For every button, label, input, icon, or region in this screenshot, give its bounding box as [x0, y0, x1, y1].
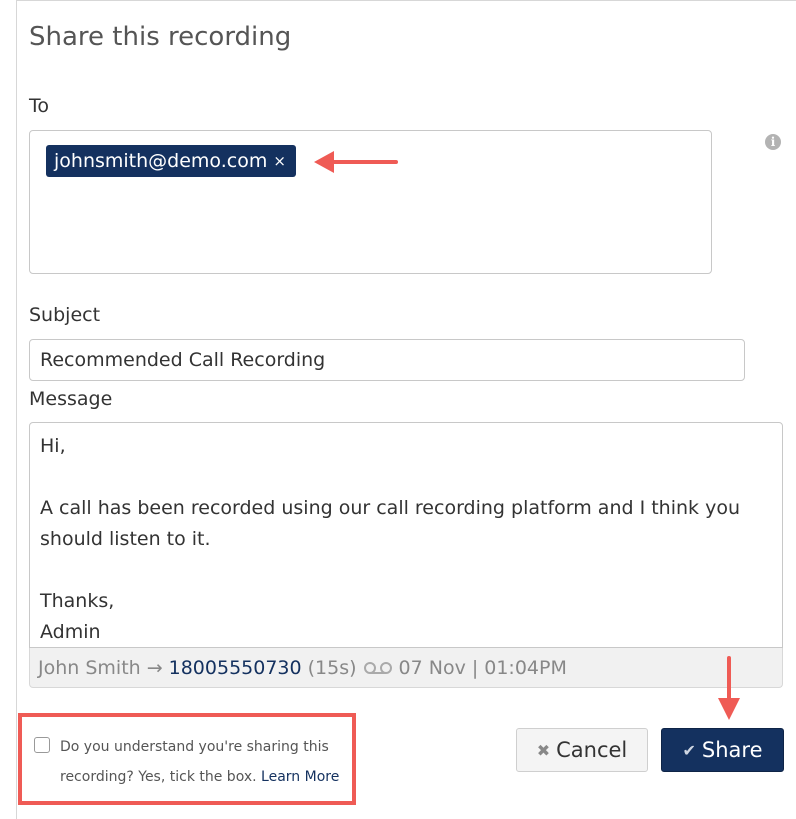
close-icon: ✖ [536, 740, 551, 760]
annotation-arrow-left [314, 151, 398, 173]
dialog-left-border [16, 0, 17, 819]
recording-date: 07 Nov [398, 656, 466, 679]
recording-caller: John Smith [38, 656, 141, 679]
to-label: To [29, 95, 50, 117]
arrow-right-icon: → [146, 656, 163, 679]
dialog-title: Share this recording [29, 22, 292, 52]
cancel-button-label: Cancel [556, 738, 628, 762]
dialog-top-border [16, 0, 796, 7]
confirm-checkbox[interactable] [34, 737, 50, 753]
learn-more-link[interactable]: Learn More [261, 769, 339, 785]
cancel-button[interactable]: ✖ Cancel [516, 728, 648, 772]
subject-label: Subject [29, 304, 101, 326]
annotation-arrow-down [718, 656, 740, 720]
recording-info: John Smith → 18005550730 (15s) 07 Nov | … [29, 648, 783, 688]
subject-input[interactable] [29, 339, 745, 381]
check-icon: ✔ [682, 740, 696, 760]
confirm-text: Do you understand you're sharing this re… [60, 732, 350, 792]
recording-duration: (15s) [307, 656, 357, 679]
recipient-chip[interactable]: johnsmith@demo.com × [46, 145, 296, 177]
confirm-highlight-box: Do you understand you're sharing this re… [18, 713, 356, 805]
recipient-email: johnsmith@demo.com [54, 150, 268, 172]
recording-time: 01:04PM [484, 656, 567, 679]
recording-number-link[interactable]: 18005550730 [169, 657, 302, 679]
remove-recipient-icon[interactable]: × [273, 152, 286, 170]
voicemail-icon [363, 661, 393, 675]
share-button[interactable]: ✔ Share [661, 728, 784, 772]
share-button-label: Share [701, 738, 763, 762]
message-textarea[interactable]: Hi, A call has been recorded using our c… [29, 422, 783, 648]
message-label: Message [29, 388, 113, 410]
info-icon[interactable]: i [765, 134, 781, 150]
separator: | [471, 656, 479, 679]
